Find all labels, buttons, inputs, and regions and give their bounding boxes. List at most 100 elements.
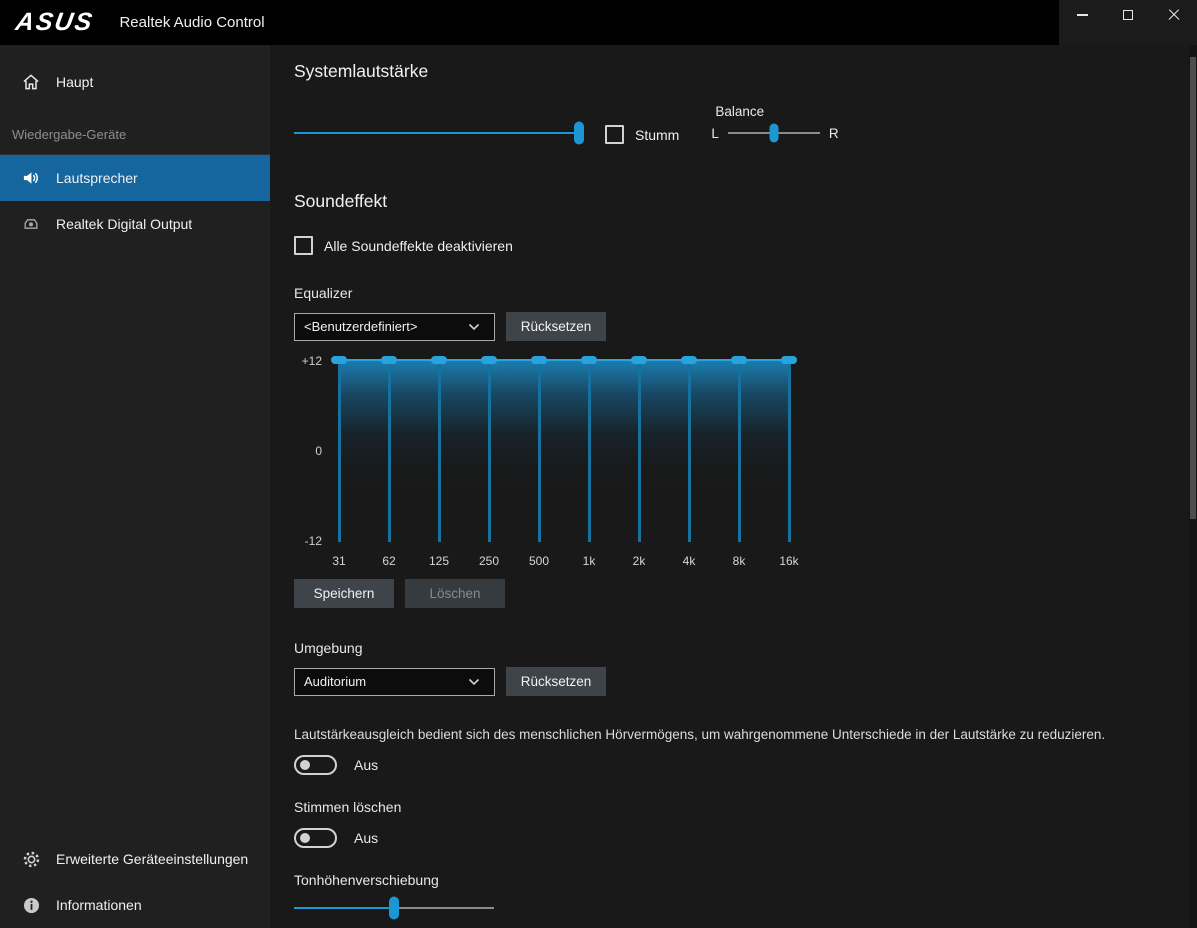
- sidebar: Haupt Wiedergabe-Geräte Lautsprecher Rea…: [0, 45, 270, 928]
- equalizer-curve-line: [339, 359, 789, 361]
- eq-band-track: [537, 360, 541, 542]
- eq-band-handle[interactable]: [781, 356, 797, 364]
- eq-band-freq-label: 8k: [732, 554, 746, 568]
- equalizer-buttons-row: Speichern Löschen: [294, 579, 1197, 608]
- eq-band-handle[interactable]: [531, 356, 547, 364]
- eq-band-freq-label: 16k: [779, 554, 799, 568]
- sidebar-item-label: Erweiterte Geräteeinstellungen: [56, 851, 249, 867]
- eq-band-freq-label: 250: [478, 554, 500, 568]
- save-button[interactable]: Speichern: [294, 579, 394, 608]
- sidebar-item-advanced-device-settings[interactable]: Erweiterte Geräteeinstellungen: [0, 836, 270, 882]
- sidebar-item-informationen[interactable]: Informationen: [0, 882, 270, 928]
- volume-slider-handle[interactable]: [574, 121, 584, 145]
- scrollbar-thumb[interactable]: [1190, 57, 1196, 519]
- voice-cancellation-state-label: Aus: [354, 830, 379, 846]
- maximize-icon: [1123, 10, 1133, 20]
- eq-band-freq-label: 62: [382, 554, 396, 568]
- eq-band-handle[interactable]: [681, 356, 697, 364]
- equalizer-y-axis: +12 0 -12: [294, 354, 328, 548]
- eq-band-freq-label: 1k: [582, 554, 596, 568]
- sidebar-item-haupt[interactable]: Haupt: [0, 59, 270, 105]
- voice-cancellation-toggle[interactable]: [294, 828, 337, 848]
- voice-cancellation-label: Stimmen löschen: [294, 799, 402, 815]
- minimize-icon: [1076, 14, 1088, 16]
- mute-checkbox[interactable]: [605, 125, 624, 144]
- titlebar: ASUS Realtek Audio Control: [0, 0, 1197, 45]
- balance-slider-handle[interactable]: [769, 123, 779, 143]
- minimize-button[interactable]: [1059, 0, 1105, 30]
- eq-band-handle[interactable]: [731, 356, 747, 364]
- eq-band-handle[interactable]: [381, 356, 397, 364]
- eq-band-track: [637, 360, 641, 542]
- window-controls: [1059, 0, 1197, 45]
- eq-axis-mid: 0: [315, 444, 322, 458]
- mute-label: Stumm: [635, 126, 680, 143]
- gear-icon: [20, 848, 42, 870]
- balance-label: Balance: [715, 104, 765, 119]
- equalizer-preset-row: <Benutzerdefiniert> Rücksetzen: [294, 312, 1197, 341]
- eq-band-track: [737, 360, 741, 542]
- sidebar-item-realtek-digital-output[interactable]: Realtek Digital Output: [0, 201, 270, 247]
- loudness-toggle-row: Aus: [294, 755, 1197, 775]
- voice-cancellation-toggle-row: Aus: [294, 828, 1197, 848]
- chevron-down-icon: [463, 678, 485, 686]
- app-title: Realtek Audio Control: [119, 14, 265, 31]
- system-volume-slider[interactable]: [294, 121, 584, 145]
- eq-band-track: [587, 360, 591, 542]
- equalizer-fill: [339, 360, 789, 515]
- mute-checkbox-row[interactable]: Stumm: [605, 125, 679, 144]
- sidebar-item-label: Haupt: [56, 74, 94, 90]
- balance-right-label: R: [828, 125, 839, 141]
- environment-label: Umgebung: [294, 640, 363, 656]
- disable-all-effects-row[interactable]: Alle Soundeffekte deaktivieren: [294, 236, 1197, 255]
- close-button[interactable]: [1151, 0, 1197, 30]
- home-icon: [20, 71, 42, 93]
- slider-fill: [294, 132, 579, 134]
- eq-band-track: [787, 360, 791, 542]
- sidebar-item-label: Lautsprecher: [56, 170, 138, 186]
- eq-band-track: [437, 360, 441, 542]
- info-icon: [20, 894, 42, 916]
- slider-fill: [294, 907, 394, 909]
- environment-reset-button[interactable]: Rücksetzen: [506, 667, 606, 696]
- sound-effect-heading: Soundeffekt: [294, 191, 388, 211]
- equalizer-label: Equalizer: [294, 285, 353, 301]
- eq-band-freq-label: 2k: [632, 554, 646, 568]
- eq-axis-min: -12: [304, 534, 322, 548]
- eq-band-handle[interactable]: [331, 356, 347, 364]
- main-content: Systemlautstärke Stumm Balance L R Sound…: [270, 45, 1197, 928]
- balance-left-label: L: [711, 125, 719, 141]
- loudness-toggle[interactable]: [294, 755, 337, 775]
- eq-band-handle[interactable]: [481, 356, 497, 364]
- app-window: ASUS Realtek Audio Control Haupt Wiederg…: [0, 0, 1197, 928]
- sidebar-item-lautsprecher[interactable]: Lautsprecher: [0, 155, 270, 201]
- equalizer-plot: 31 62 125 250 500 1k 2k 4k 8k 16k: [331, 356, 804, 568]
- system-volume-heading: Systemlautstärke: [294, 61, 429, 81]
- disable-all-effects-checkbox[interactable]: [294, 236, 313, 255]
- equalizer-reset-button[interactable]: Rücksetzen: [506, 312, 606, 341]
- eq-band-track: [387, 360, 391, 542]
- close-icon: [1168, 9, 1180, 21]
- eq-band-handle[interactable]: [581, 356, 597, 364]
- asus-logo: ASUS: [13, 8, 97, 36]
- pitch-slider-handle[interactable]: [389, 896, 399, 920]
- environment-preset-select[interactable]: Auditorium: [294, 667, 495, 696]
- sidebar-item-label: Informationen: [56, 897, 142, 913]
- equalizer-graph: +12 0 -12 31 62 125 250 500 1k 2k 4k 8k: [294, 354, 834, 568]
- balance-slider[interactable]: [727, 121, 820, 145]
- eq-band-track: [337, 360, 341, 542]
- eq-band-handle[interactable]: [431, 356, 447, 364]
- loudness-description: Lautstärkeausgleich bedient sich des men…: [294, 727, 1106, 742]
- equalizer-preset-select[interactable]: <Benutzerdefiniert>: [294, 312, 495, 341]
- eq-band-track: [487, 360, 491, 542]
- eq-band-freq-label: 125: [428, 554, 450, 568]
- eq-band-handle[interactable]: [631, 356, 647, 364]
- pitch-shift-slider[interactable]: [294, 896, 494, 920]
- environment-preset-row: Auditorium Rücksetzen: [294, 667, 1197, 696]
- eq-band-track: [687, 360, 691, 542]
- speaker-icon: [20, 167, 42, 189]
- scrollbar[interactable]: [1189, 45, 1197, 928]
- system-volume-row: Stumm Balance L R: [294, 104, 1197, 145]
- maximize-button[interactable]: [1105, 0, 1151, 30]
